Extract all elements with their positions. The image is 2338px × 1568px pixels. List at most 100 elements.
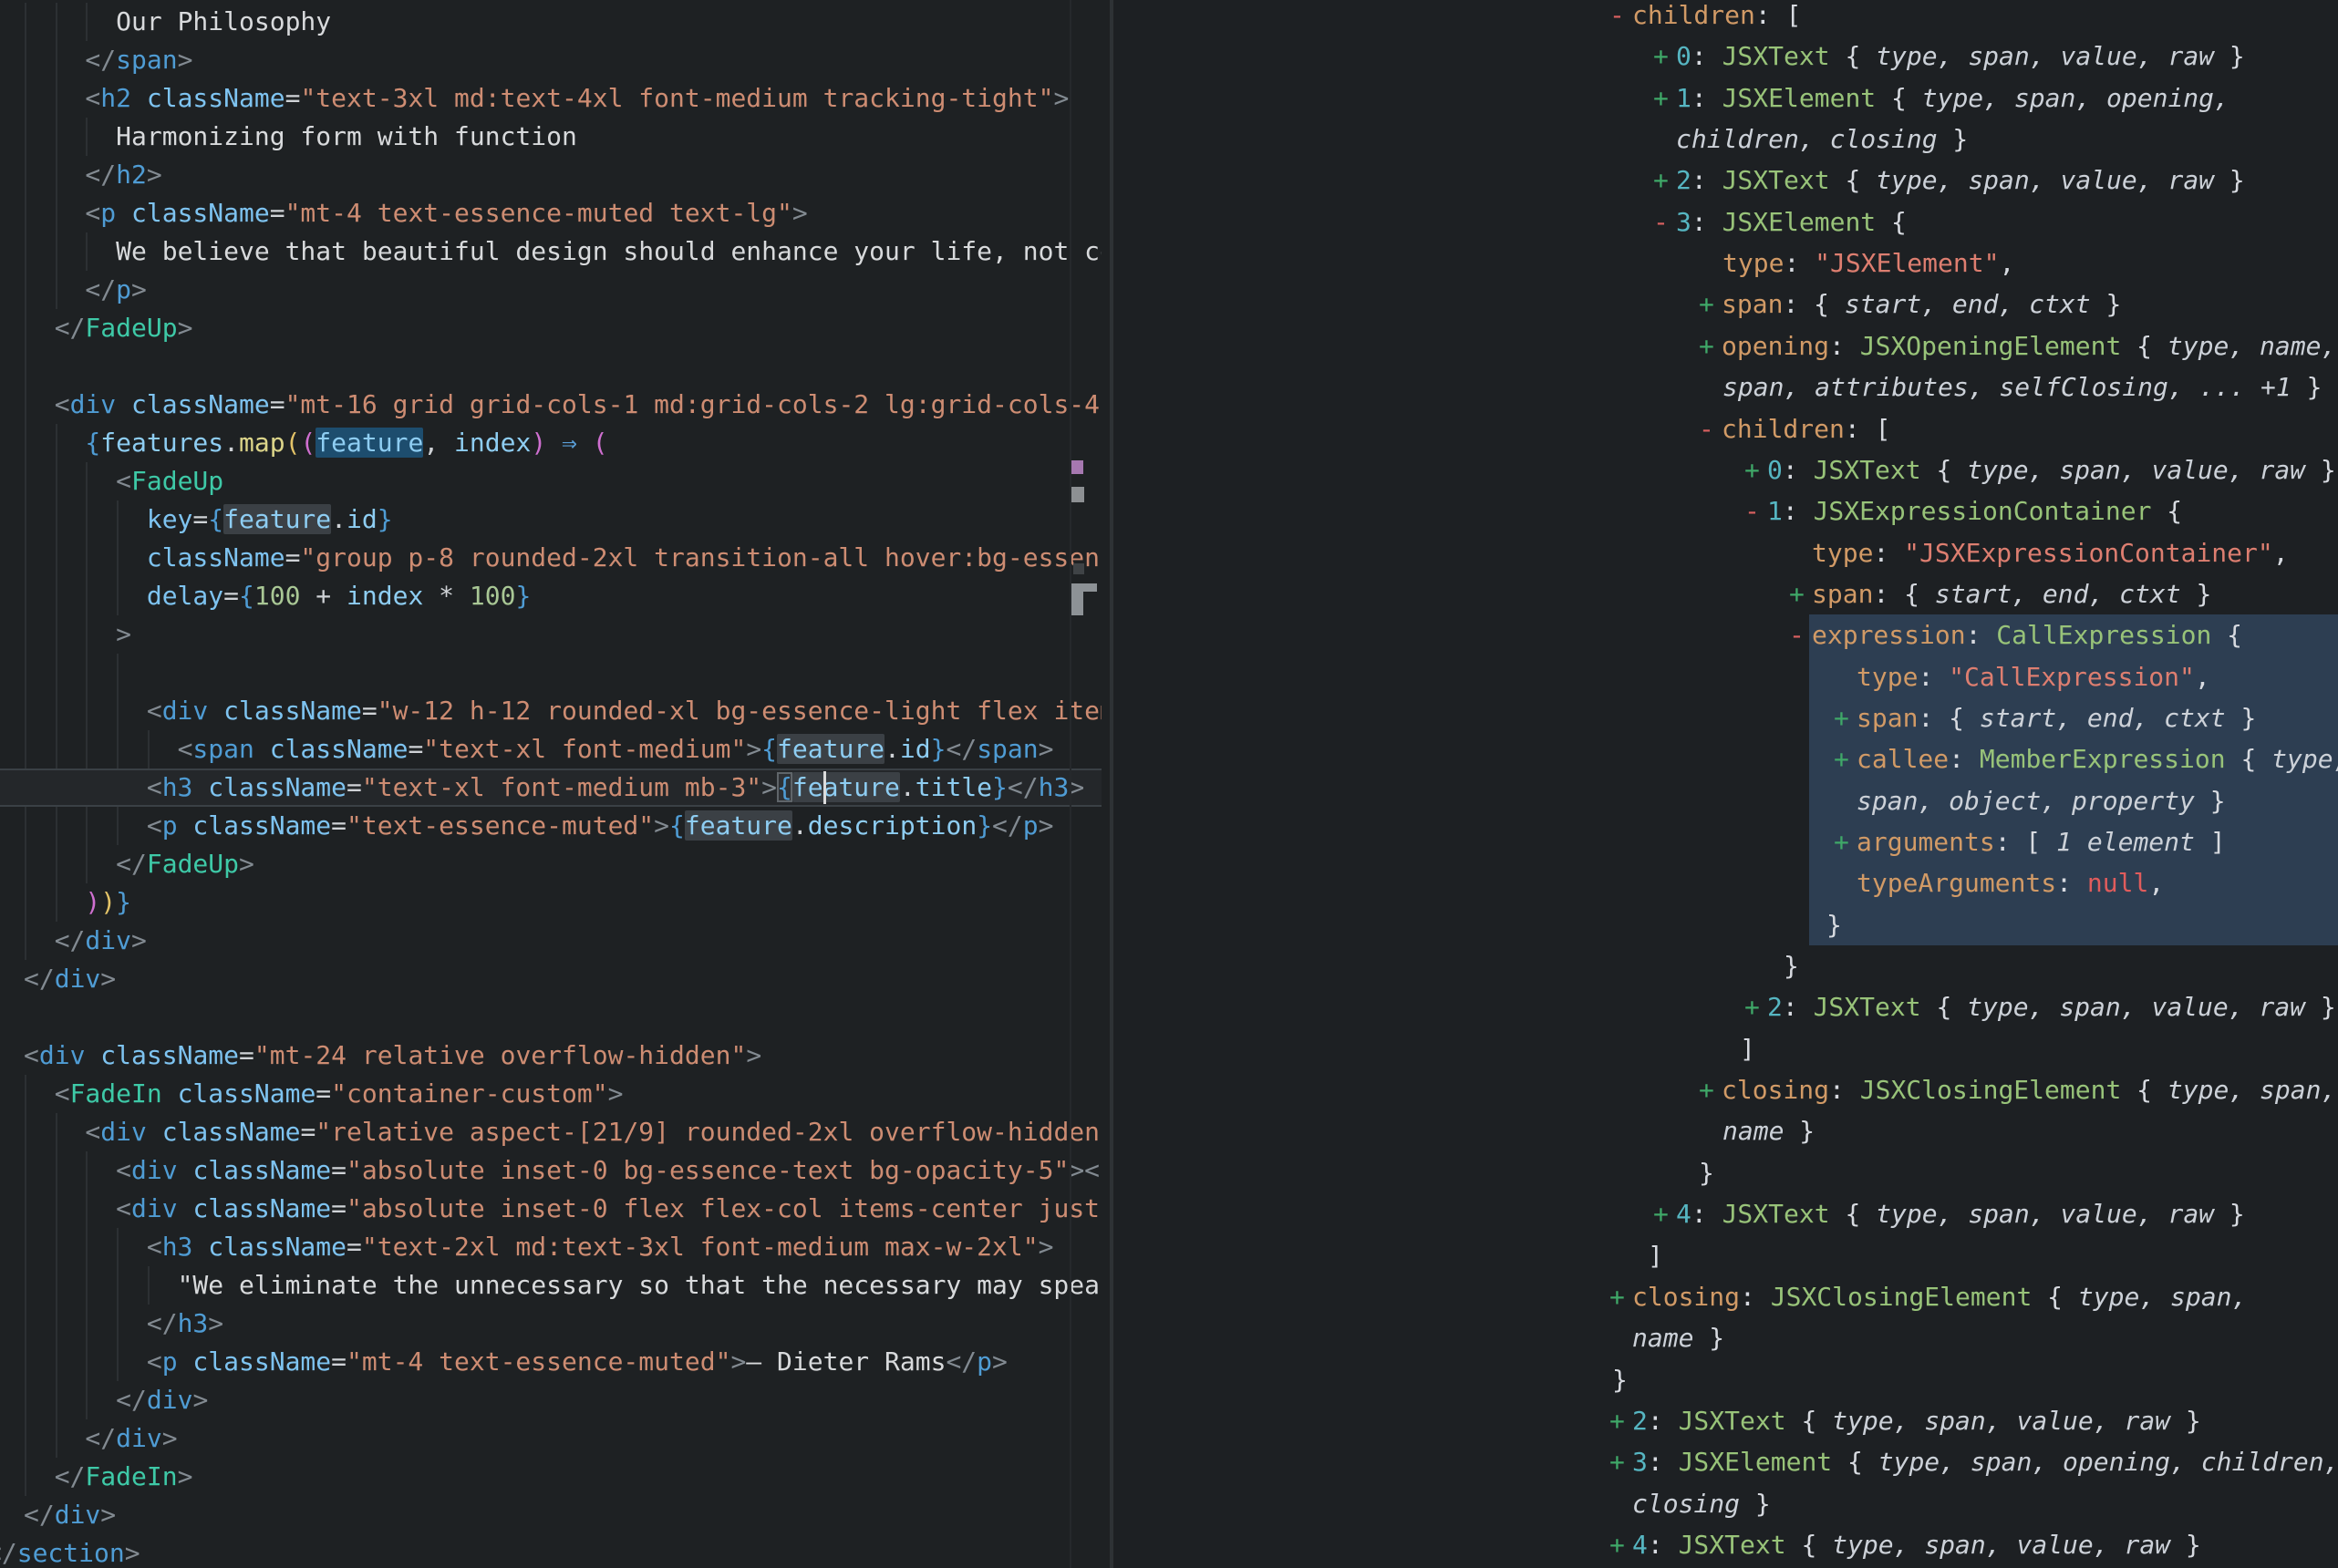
ast-row[interactable]: type: "CallExpression", bbox=[1857, 656, 2210, 697]
ast-row[interactable]: +2: JSXText { type, span, value, raw } bbox=[1609, 1400, 2201, 1441]
expand-icon[interactable]: + bbox=[1744, 449, 1767, 490]
code-line[interactable]: "We eliminate the unnecessary so that th… bbox=[178, 1266, 1102, 1305]
ast-row[interactable]: name } bbox=[1722, 1110, 1815, 1151]
code-line[interactable]: <span className="text-xl font-medium">{f… bbox=[178, 730, 1054, 769]
ast-row[interactable]: +callee: MemberExpression { type, bbox=[1834, 738, 2338, 779]
pane-divider[interactable] bbox=[1110, 0, 1113, 1568]
code-line[interactable]: </div> bbox=[24, 960, 116, 998]
code-line[interactable]: </div> bbox=[24, 1496, 116, 1534]
ast-row[interactable]: -expression: CallExpression { bbox=[1789, 614, 2242, 655]
ast-row[interactable]: -children: [ bbox=[1609, 0, 1801, 36]
ast-row[interactable]: } bbox=[1612, 1359, 1628, 1400]
code-line[interactable]: <div className="mt-24 relative overflow-… bbox=[24, 1037, 761, 1075]
code-line[interactable]: className="group p-8 rounded-2xl transit… bbox=[147, 539, 1102, 577]
code-line[interactable]: key={feature.id} bbox=[147, 500, 393, 539]
ast-row[interactable]: +1: JSXElement { type, span, opening, bbox=[1653, 77, 2229, 119]
code-line[interactable]: </p> bbox=[85, 271, 146, 309]
ast-row[interactable]: +0: JSXText { type, span, value, raw } bbox=[1744, 449, 2336, 490]
code-line[interactable]: We believe that beautiful design should … bbox=[116, 232, 1102, 271]
ast-row[interactable]: +arguments: [ 1 element ] bbox=[1834, 821, 2226, 862]
ast-row[interactable]: +closing: JSXClosingElement { type, span… bbox=[1699, 1069, 2336, 1110]
code-line[interactable]: <FadeIn className="container-custom"> bbox=[55, 1075, 624, 1113]
ast-row[interactable]: ] bbox=[1740, 1028, 1755, 1069]
collapse-icon[interactable]: - bbox=[1609, 0, 1632, 36]
code-line[interactable]: {features.map((feature, index) ⇒ ( bbox=[85, 424, 607, 462]
expand-icon[interactable]: + bbox=[1744, 986, 1767, 1027]
expand-icon[interactable]: + bbox=[1834, 738, 1857, 779]
ast-row[interactable]: typeArguments: null, bbox=[1857, 862, 2164, 903]
ast-row[interactable]: +2: JSXText { type, span, value, raw } bbox=[1653, 160, 2245, 201]
code-line[interactable]: <div className="absolute inset-0 flex fl… bbox=[116, 1190, 1100, 1228]
ast-row[interactable]: -children: [ bbox=[1699, 408, 1890, 449]
code-line[interactable]: <div className="w-12 h-12 rounded-xl bg-… bbox=[147, 692, 1102, 730]
ast-row[interactable]: +3: JSXElement { type, span, opening, ch… bbox=[1609, 1441, 2338, 1482]
code-line[interactable]: </h2> bbox=[85, 156, 161, 194]
ast-row[interactable]: +span: { start, end, ctxt } bbox=[1699, 284, 2121, 325]
code-line[interactable]: <h3 className="text-2xl md:text-3xl font… bbox=[147, 1228, 1054, 1266]
collapse-icon[interactable]: - bbox=[1789, 614, 1812, 655]
ast-row[interactable]: } bbox=[1784, 945, 1799, 986]
expand-icon[interactable]: + bbox=[1609, 1276, 1632, 1317]
code-line[interactable]: <FadeUp bbox=[116, 462, 223, 500]
ast-row[interactable]: type: "JSXElement", bbox=[1722, 242, 2014, 284]
ast-row[interactable]: name } bbox=[1632, 1317, 1724, 1358]
code-line[interactable]: </FadeUp> bbox=[116, 845, 254, 883]
ast-row[interactable]: type: "JSXExpressionContainer", bbox=[1812, 532, 2289, 573]
expand-icon[interactable]: + bbox=[1653, 36, 1676, 77]
code-line[interactable]: </span> bbox=[85, 41, 192, 79]
code-line[interactable]: ))} bbox=[85, 883, 131, 922]
ast-row[interactable]: +2: JSXText { type, span, value, raw } bbox=[1744, 986, 2336, 1027]
code-line[interactable]: <div className="absolute inset-0 bg-esse… bbox=[116, 1151, 1100, 1190]
ast-row[interactable]: +opening: JSXOpeningElement { type, name… bbox=[1699, 325, 2336, 366]
ast-row[interactable]: +span: { start, end, ctxt } bbox=[1789, 573, 2211, 614]
ast-row[interactable]: span, object, property } bbox=[1857, 780, 2226, 821]
code-line[interactable]: </div> bbox=[116, 1381, 208, 1419]
expand-icon[interactable]: + bbox=[1834, 821, 1857, 862]
ast-row[interactable]: +span: { start, end, ctxt } bbox=[1834, 697, 2256, 738]
ast-row[interactable]: } bbox=[1826, 904, 1842, 945]
ast-pane[interactable]: -children: [+0: JSXText { type, span, va… bbox=[1114, 0, 2338, 1568]
code-pane[interactable]: Our Philosophy</span><h2 className="text… bbox=[0, 0, 1102, 1568]
expand-icon[interactable]: + bbox=[1609, 1524, 1632, 1565]
code-line[interactable]: Harmonizing form with function bbox=[116, 118, 577, 156]
collapse-icon[interactable]: - bbox=[1699, 408, 1722, 449]
ast-row[interactable]: +4: JSXText { type, span, value, raw } bbox=[1609, 1524, 2201, 1565]
ast-row[interactable]: +4: JSXText { type, span, value, raw } bbox=[1653, 1193, 2245, 1234]
expand-icon[interactable]: + bbox=[1699, 284, 1722, 325]
expand-icon[interactable]: + bbox=[1653, 160, 1676, 201]
expand-icon[interactable]: + bbox=[1653, 1193, 1676, 1234]
expand-icon[interactable]: + bbox=[1699, 325, 1722, 366]
code-line[interactable]: </h3> bbox=[147, 1305, 223, 1343]
code-line[interactable]: <h2 className="text-3xl md:text-4xl font… bbox=[85, 79, 1069, 118]
expand-icon[interactable]: + bbox=[1609, 1441, 1632, 1482]
code-line[interactable]: <div className="mt-16 grid grid-cols-1 m… bbox=[55, 386, 1100, 424]
ast-row[interactable]: span, attributes, selfClosing, ... +1 } bbox=[1722, 366, 2322, 407]
code-line[interactable]: <p className="mt-4 text-essence-muted te… bbox=[85, 194, 807, 232]
code-line[interactable]: Our Philosophy bbox=[116, 3, 331, 41]
ast-row[interactable]: +closing: JSXClosingElement { type, span… bbox=[1609, 1276, 2247, 1317]
code-line[interactable]: </div> bbox=[55, 922, 147, 960]
code-line[interactable]: <h3 className="text-xl font-medium mb-3"… bbox=[147, 769, 1084, 807]
code-line[interactable]: delay={100 + index * 100} bbox=[147, 577, 531, 615]
expand-icon[interactable]: + bbox=[1699, 1069, 1722, 1110]
expand-icon[interactable]: + bbox=[1653, 77, 1676, 119]
expand-icon[interactable]: + bbox=[1789, 573, 1812, 614]
ast-row[interactable]: ] bbox=[1648, 1235, 1663, 1276]
collapse-icon[interactable]: - bbox=[1653, 201, 1676, 242]
ast-row[interactable]: closing } bbox=[1632, 1483, 1771, 1524]
code-line[interactable]: </FadeIn> bbox=[55, 1458, 193, 1496]
ast-row[interactable]: -1: JSXExpressionContainer { bbox=[1744, 490, 2182, 531]
code-line[interactable]: <p className="text-essence-muted">{featu… bbox=[147, 807, 1054, 845]
code-line[interactable]: <div className="relative aspect-[21/9] r… bbox=[85, 1113, 1100, 1151]
expand-icon[interactable]: + bbox=[1834, 697, 1857, 738]
code-line[interactable]: </section> bbox=[0, 1534, 140, 1568]
code-line[interactable]: <p className="mt-4 text-essence-muted">—… bbox=[147, 1343, 1008, 1381]
collapse-icon[interactable]: - bbox=[1744, 490, 1767, 531]
ast-row[interactable]: children, closing } bbox=[1676, 119, 1968, 160]
code-line[interactable]: </div> bbox=[85, 1419, 177, 1458]
code-line[interactable]: > bbox=[116, 615, 131, 654]
expand-icon[interactable]: + bbox=[1609, 1400, 1632, 1441]
code-line[interactable]: </FadeUp> bbox=[55, 309, 193, 347]
ast-row[interactable]: } bbox=[1699, 1152, 1714, 1193]
ast-row[interactable]: -3: JSXElement { bbox=[1653, 201, 1907, 242]
